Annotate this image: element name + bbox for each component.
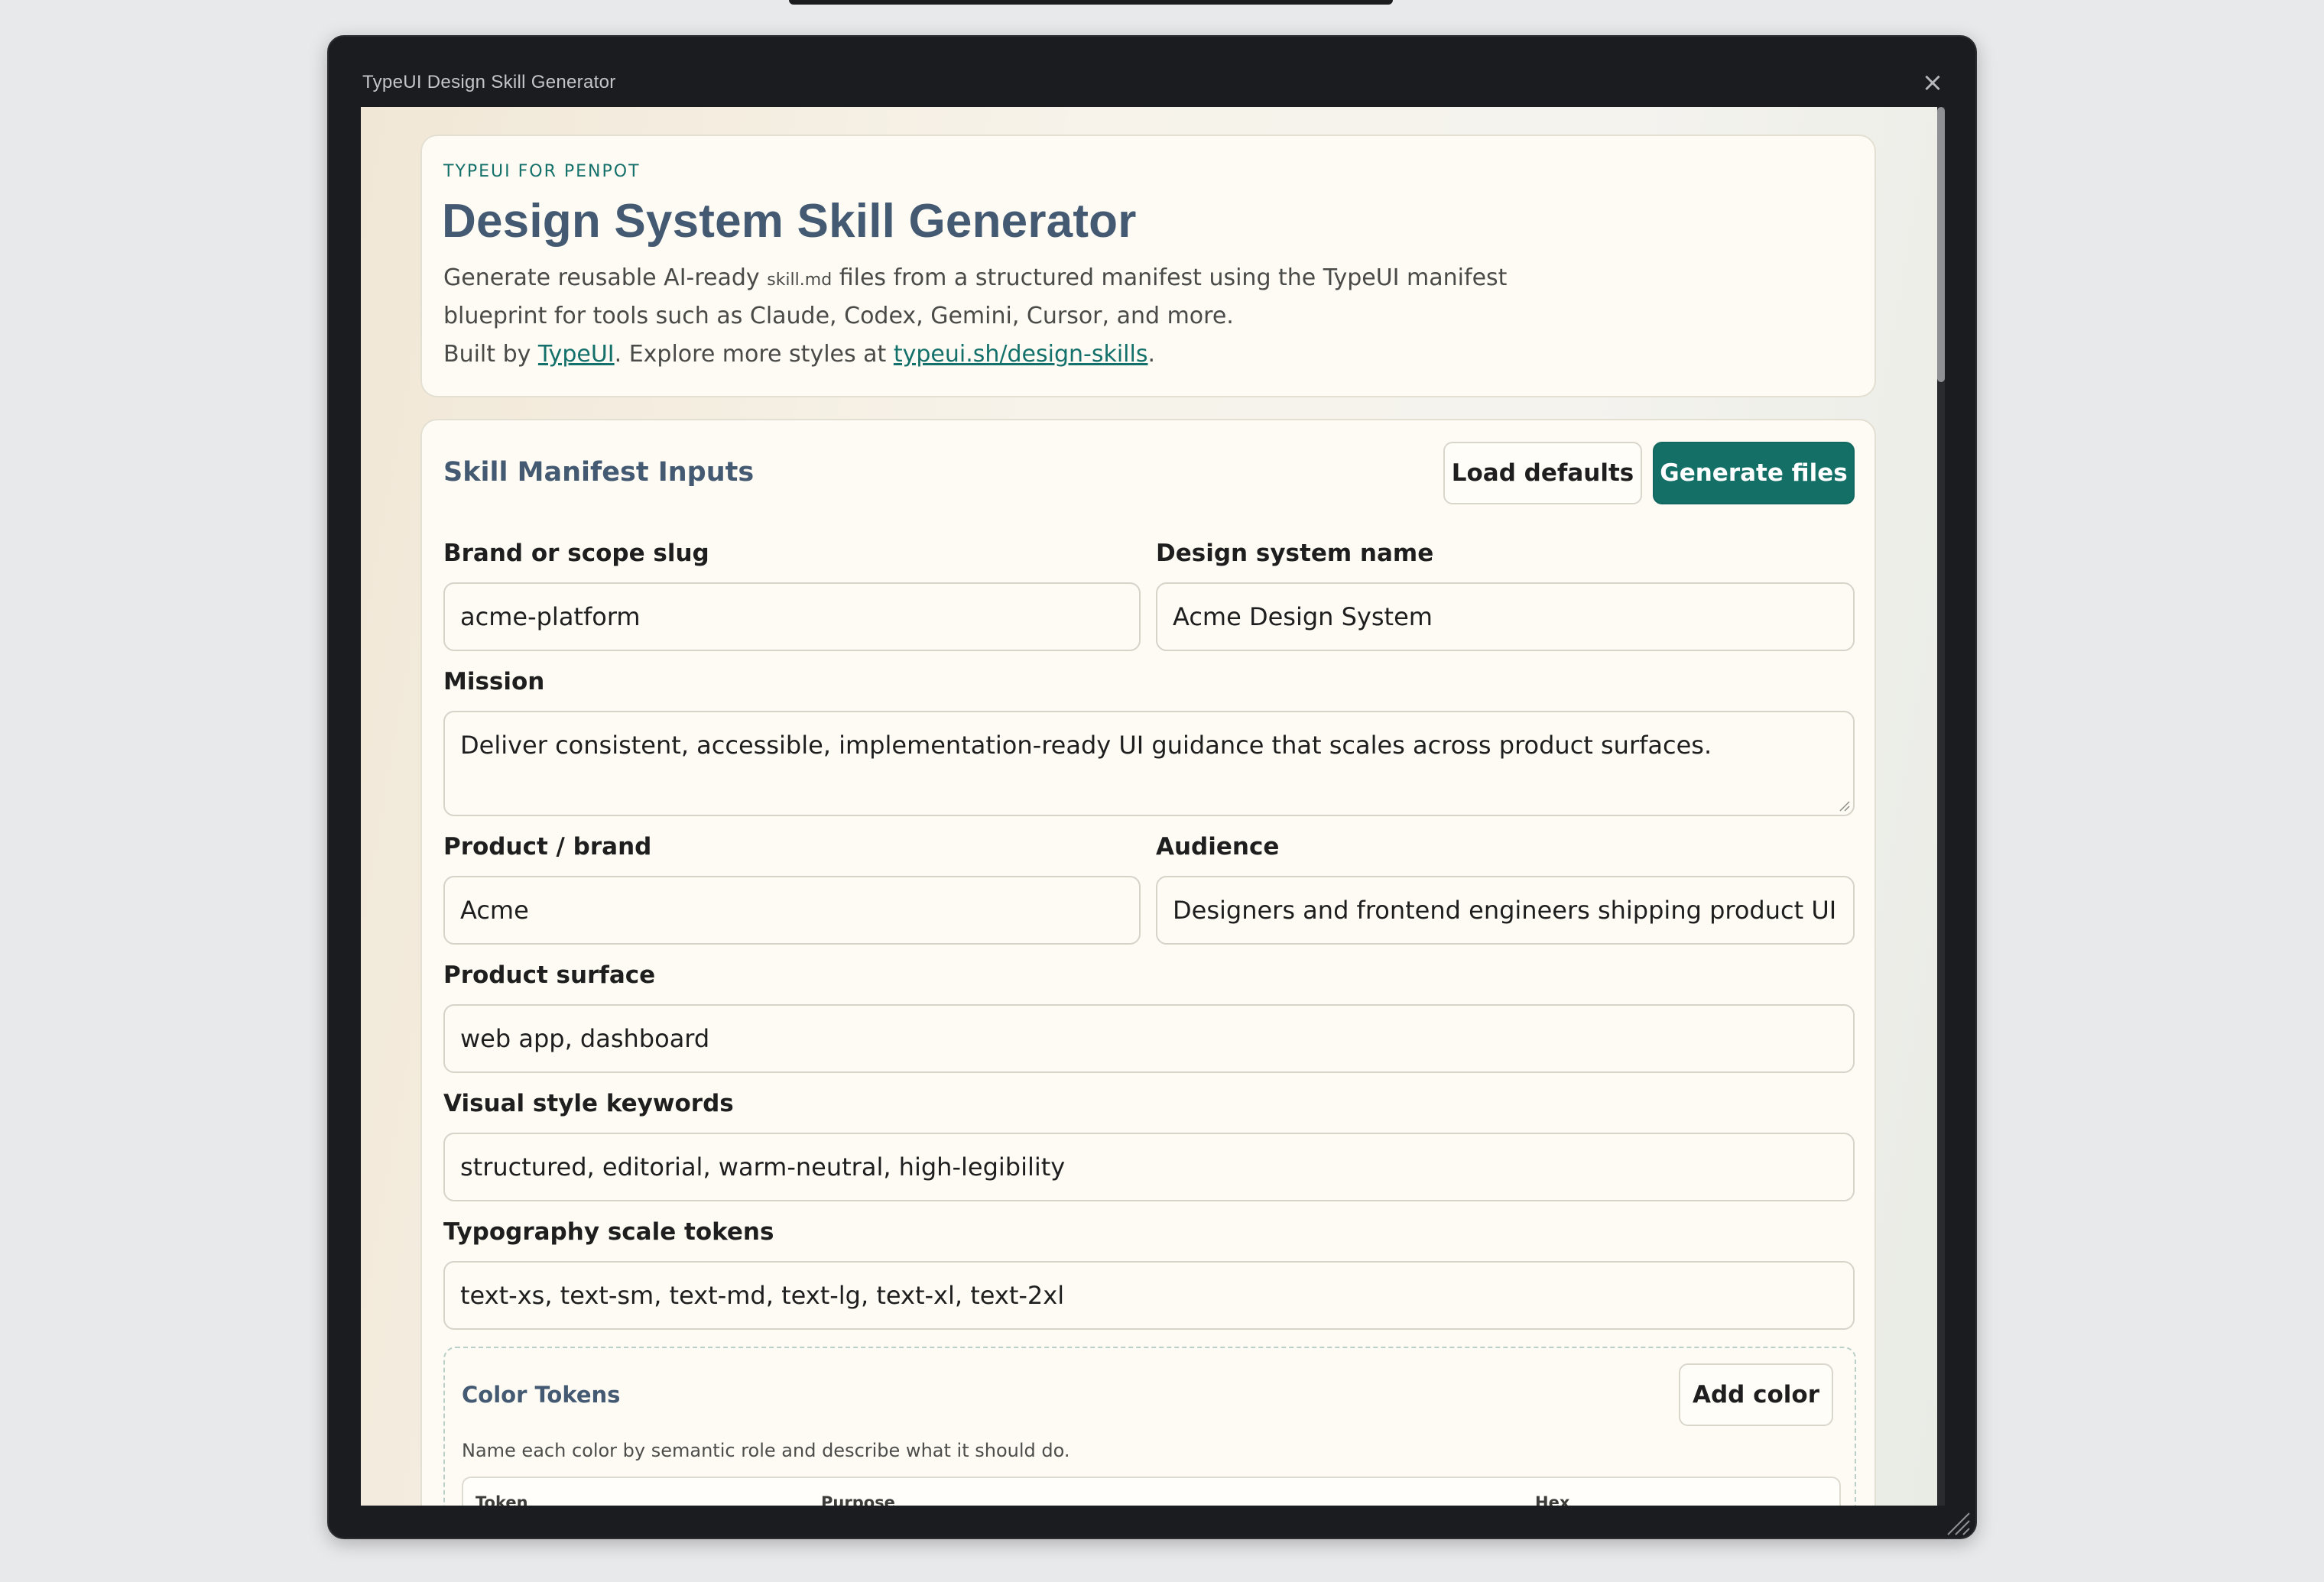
brand-slug-input[interactable]: acme-platform xyxy=(443,582,1141,651)
visual-style-input[interactable]: structured, editorial, warm-neutral, hig… xyxy=(443,1133,1855,1201)
column-header-hex: Hex xyxy=(1535,1493,1570,1506)
add-color-button[interactable]: Add color xyxy=(1679,1363,1833,1426)
brand-slug-label: Brand or scope slug xyxy=(443,540,709,567)
color-tokens-panel: Color Tokens Add color Name each color b… xyxy=(443,1347,1856,1506)
design-system-name-label: Design system name xyxy=(1156,540,1434,567)
window-resize-icon[interactable] xyxy=(1943,1509,1971,1536)
manifest-inputs-card: Skill Manifest Inputs Load defaults Gene… xyxy=(420,419,1876,1506)
product-brand-input[interactable]: Acme xyxy=(443,876,1141,945)
product-brand-label: Product / brand xyxy=(443,833,652,861)
plugin-viewport: TYPEUI FOR PENPOT Design System Skill Ge… xyxy=(361,107,1937,1506)
vertical-scrollbar[interactable] xyxy=(1937,107,1945,1506)
typeui-link[interactable]: TypeUI xyxy=(538,341,615,368)
section-title: Skill Manifest Inputs xyxy=(443,457,755,488)
generate-files-button[interactable]: Generate files xyxy=(1653,442,1855,504)
close-icon[interactable]: × xyxy=(1919,69,1946,96)
audience-input[interactable]: Designers and frontend engineers shippin… xyxy=(1156,876,1855,945)
mission-text: Deliver consistent, accessible, implemen… xyxy=(460,731,1712,760)
mission-textarea[interactable]: Deliver consistent, accessible, implemen… xyxy=(443,711,1855,816)
load-defaults-button[interactable]: Load defaults xyxy=(1443,442,1642,504)
design-system-name-input[interactable]: Acme Design System xyxy=(1156,582,1855,651)
design-skills-link[interactable]: typeui.sh/design-skills xyxy=(894,341,1148,368)
product-surface-input[interactable]: web app, dashboard xyxy=(443,1004,1855,1073)
eyebrow-label: TYPEUI FOR PENPOT xyxy=(443,162,641,181)
product-surface-label: Product surface xyxy=(443,961,656,989)
audience-label: Audience xyxy=(1156,833,1280,861)
typography-label: Typography scale tokens xyxy=(443,1218,774,1246)
hero-description: Generate reusable AI-ready skill.md file… xyxy=(443,264,1508,329)
typography-input[interactable]: text-xs, text-sm, text-md, text-lg, text… xyxy=(443,1261,1855,1330)
column-header-purpose: Purpose xyxy=(821,1493,895,1506)
built-by-line: Built by TypeUI. Explore more styles at … xyxy=(443,341,1156,368)
top-edge-tab xyxy=(789,0,1393,5)
color-tokens-description: Name each color by semantic role and des… xyxy=(462,1440,1070,1461)
column-header-token: Token xyxy=(476,1493,528,1506)
color-tokens-table: Token Purpose Hex xyxy=(462,1477,1841,1506)
textarea-resize-icon[interactable] xyxy=(1838,799,1850,812)
color-tokens-title: Color Tokens xyxy=(462,1382,621,1408)
hero-card: TYPEUI FOR PENPOT Design System Skill Ge… xyxy=(420,135,1876,397)
page-title: Design System Skill Generator xyxy=(442,195,1137,248)
scrollbar-thumb[interactable] xyxy=(1937,107,1945,382)
window-title: TypeUI Design Skill Generator xyxy=(362,72,616,92)
plugin-window: TypeUI Design Skill Generator × TYPEUI F… xyxy=(327,35,1977,1539)
mission-label: Mission xyxy=(443,668,545,695)
skill-md-code: skill.md xyxy=(767,271,833,290)
visual-style-label: Visual style keywords xyxy=(443,1090,734,1117)
